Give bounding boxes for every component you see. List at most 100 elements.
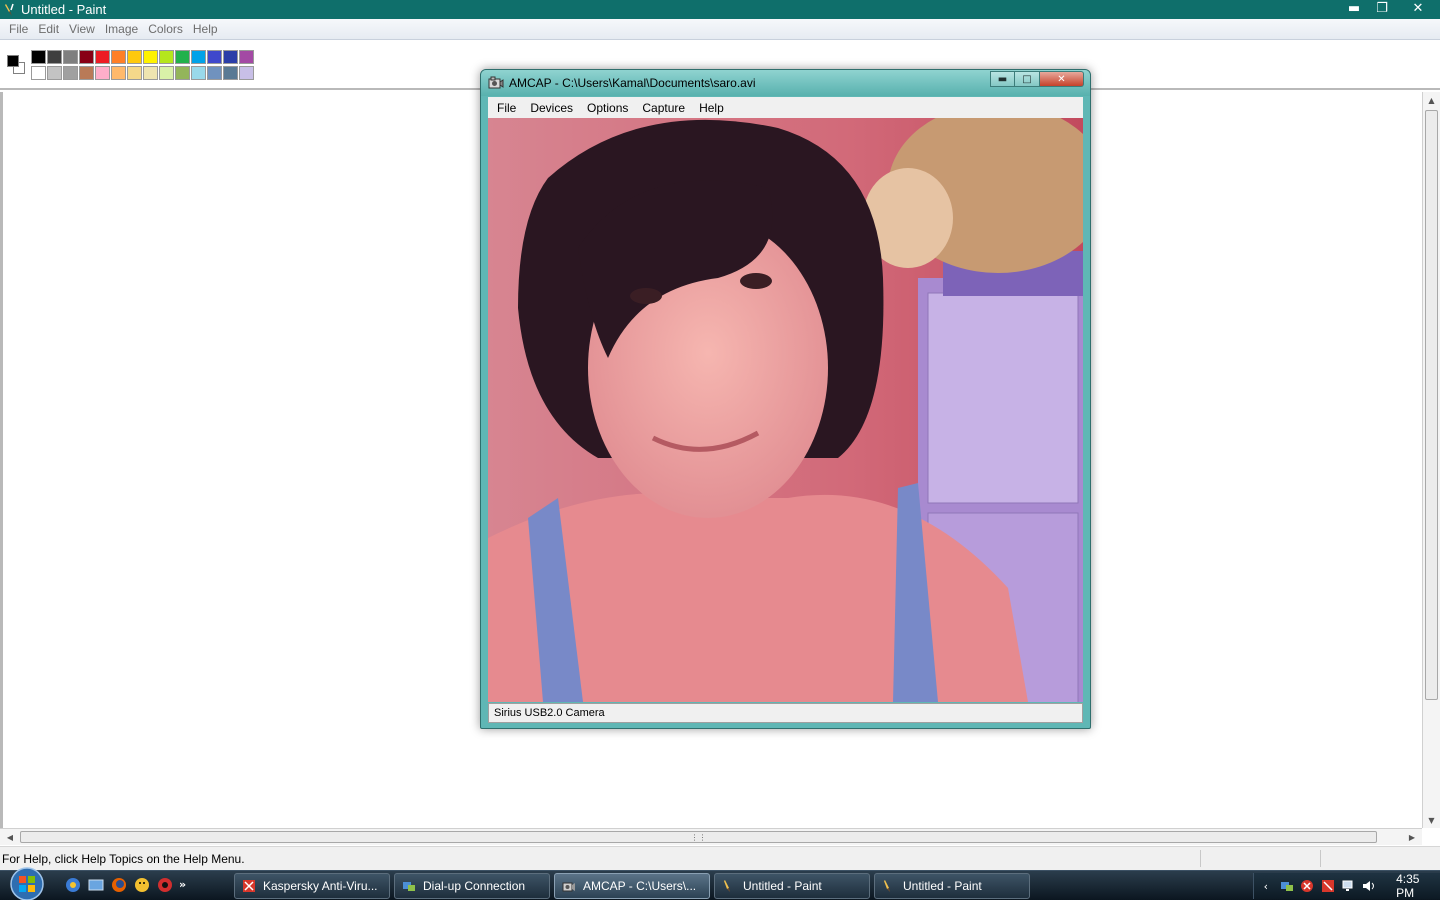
network-tray-icon[interactable]	[1279, 878, 1295, 894]
taskbar: » Kaspersky Anti-Viru... Dial-up Connect…	[0, 867, 1440, 900]
menu-edit[interactable]: Edit	[37, 22, 60, 36]
amcap-minimize-button[interactable]: ▬	[990, 71, 1015, 87]
amcap-close-button[interactable]: ✕	[1040, 71, 1084, 87]
scroll-left-icon[interactable]: ◀	[2, 829, 18, 845]
horizontal-scrollbar[interactable]: ◀ ⋮⋮ ▶	[0, 828, 1422, 845]
vertical-scrollbar[interactable]: ▲ ▼	[1422, 92, 1440, 828]
security-alert-icon[interactable]	[1299, 878, 1315, 894]
color-swatch[interactable]	[175, 50, 190, 64]
quick-launch: »	[64, 876, 186, 893]
paint-menu-bar: File Edit View Image Colors Help	[0, 19, 1440, 40]
color-swatch[interactable]	[239, 66, 254, 80]
color-swatch[interactable]	[127, 66, 142, 80]
color-swatch[interactable]	[143, 66, 158, 80]
color-swatch[interactable]	[223, 66, 238, 80]
minimize-button[interactable]: ▬	[1340, 0, 1368, 17]
menu-file[interactable]: File	[8, 22, 29, 36]
menu-colors[interactable]: Colors	[147, 22, 184, 36]
maximize-icon: □	[1022, 73, 1032, 85]
scroll-up-icon[interactable]: ▲	[1423, 92, 1440, 108]
color-swatch[interactable]	[223, 50, 238, 64]
color-swatch[interactable]	[191, 66, 206, 80]
color-swatch[interactable]	[239, 50, 254, 64]
amcap-menu-capture[interactable]: Capture	[642, 101, 685, 115]
color-swatch[interactable]	[47, 66, 62, 80]
kaspersky-tray-icon[interactable]	[1320, 878, 1336, 894]
color-swatch[interactable]	[191, 50, 206, 64]
taskbar-button-paint-1[interactable]: Untitled - Paint	[714, 873, 870, 899]
paint-title-bar[interactable]: Untitled - Paint ▬ ❐ ✕	[0, 0, 1440, 19]
messenger-icon[interactable]	[133, 876, 150, 893]
color-swatch[interactable]	[31, 50, 46, 64]
color-swatch[interactable]	[31, 66, 46, 80]
color-swatch[interactable]	[143, 50, 158, 64]
taskbar-button-amcap[interactable]: AMCAP - C:\Users\...	[554, 873, 710, 899]
network-status-icon[interactable]	[1341, 878, 1357, 894]
camera-icon	[488, 75, 504, 91]
scroll-right-icon[interactable]: ▶	[1404, 829, 1420, 845]
color-swatch[interactable]	[127, 50, 142, 64]
amcap-menu-devices[interactable]: Devices	[530, 101, 573, 115]
minimize-icon: ▬	[1347, 1, 1361, 16]
amcap-menu-options[interactable]: Options	[587, 101, 628, 115]
amcap-status-bar: Sirius USB2.0 Camera	[488, 703, 1083, 723]
status-divider	[1320, 850, 1321, 867]
more-chevron-icon[interactable]: »	[179, 878, 186, 891]
color-swatch[interactable]	[159, 50, 174, 64]
paint-app-icon	[3, 3, 17, 17]
taskbar-button-kaspersky[interactable]: Kaspersky Anti-Viru...	[234, 873, 390, 899]
start-button[interactable]	[8, 867, 46, 900]
restore-button[interactable]: ❐	[1368, 0, 1396, 17]
menu-help[interactable]: Help	[192, 22, 219, 36]
amcap-window-controls: ▬ □ ✕	[990, 71, 1084, 87]
vertical-scroll-thumb[interactable]	[1425, 110, 1438, 700]
volume-icon[interactable]	[1361, 878, 1377, 894]
grip-icon: ⋮⋮	[690, 832, 707, 842]
color-swatch[interactable]	[175, 66, 190, 80]
menu-view[interactable]: View	[68, 22, 96, 36]
color-swatch[interactable]	[207, 66, 222, 80]
color-swatch[interactable]	[79, 66, 94, 80]
browser-icon[interactable]	[64, 876, 81, 893]
windows-logo-icon	[10, 867, 44, 900]
menu-image[interactable]: Image	[104, 22, 139, 36]
taskbar-button-paint-2[interactable]: Untitled - Paint	[874, 873, 1030, 899]
firefox-icon[interactable]	[110, 876, 127, 893]
camera-preview	[488, 118, 1083, 702]
color-swatch[interactable]	[95, 66, 110, 80]
show-desktop-icon[interactable]	[87, 876, 104, 893]
current-colors[interactable]	[4, 52, 28, 78]
system-tray: ‹ 4:35 PM	[1253, 872, 1440, 900]
show-hidden-icons-chevron-icon[interactable]: ‹	[1258, 878, 1274, 894]
color-swatch[interactable]	[159, 66, 174, 80]
taskbar-buttons: Kaspersky Anti-Viru... Dial-up Connectio…	[234, 873, 1030, 899]
camera-icon	[561, 878, 577, 894]
color-swatch[interactable]	[207, 50, 222, 64]
amcap-maximize-button[interactable]: □	[1015, 71, 1040, 87]
media-player-icon[interactable]	[156, 876, 173, 893]
color-swatch[interactable]	[111, 66, 126, 80]
foreground-color[interactable]	[7, 55, 19, 67]
close-button[interactable]: ✕	[1396, 0, 1440, 17]
kaspersky-icon	[241, 878, 257, 894]
color-swatch[interactable]	[47, 50, 62, 64]
color-swatch[interactable]	[79, 50, 94, 64]
horizontal-scroll-thumb[interactable]: ⋮⋮	[20, 831, 1377, 843]
color-swatch[interactable]	[63, 50, 78, 64]
amcap-menu-file[interactable]: File	[497, 101, 516, 115]
scroll-down-icon[interactable]: ▼	[1423, 812, 1440, 828]
paint-status-text: For Help, click Help Topics on the Help …	[2, 851, 245, 866]
paint-icon	[721, 878, 737, 894]
color-swatch[interactable]	[63, 66, 78, 80]
amcap-title-bar[interactable]: AMCAP - C:\Users\Kamal\Documents\saro.av…	[481, 70, 1090, 96]
close-icon: ✕	[1412, 1, 1424, 16]
amcap-window-title: AMCAP - C:\Users\Kamal\Documents\saro.av…	[509, 76, 756, 90]
paint-window-controls: ▬ ❐ ✕	[1340, 0, 1440, 19]
camera-preview-image	[488, 118, 1083, 702]
color-swatch[interactable]	[111, 50, 126, 64]
amcap-menu-help[interactable]: Help	[699, 101, 724, 115]
color-swatch[interactable]	[95, 50, 110, 64]
color-swatches	[31, 50, 255, 81]
taskbar-clock[interactable]: 4:35 PM	[1396, 872, 1440, 900]
taskbar-button-dialup[interactable]: Dial-up Connection	[394, 873, 550, 899]
